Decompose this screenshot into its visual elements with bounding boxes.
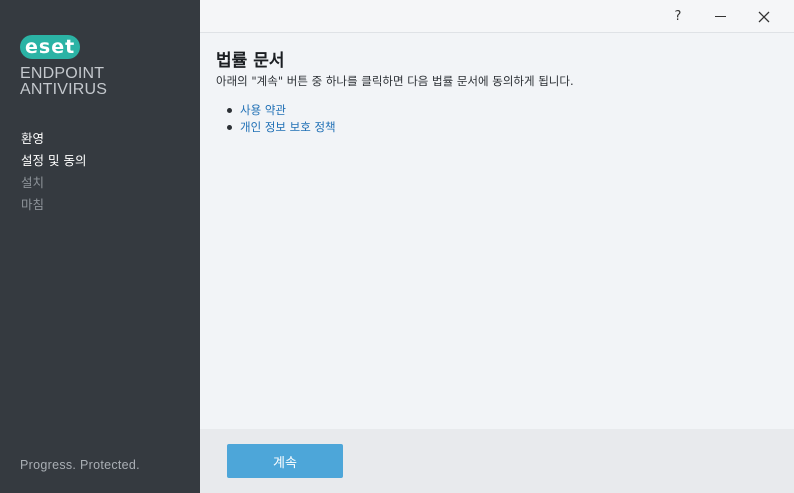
installer-steps: 환영 설정 및 동의 설치 마침 [21, 128, 86, 216]
sidebar: eset ENDPOINT ANTIVIRUS 환영 설정 및 동의 설치 마침… [0, 0, 200, 493]
product-name: ENDPOINT ANTIVIRUS [20, 66, 107, 98]
main-content: 법률 문서 아래의 "계속" 버튼 중 하나를 클릭하면 다음 법률 문서에 동… [216, 50, 776, 136]
continue-button[interactable]: 계속 [227, 444, 343, 478]
close-button[interactable] [744, 0, 784, 33]
product-name-line2: ANTIVIRUS [20, 81, 108, 98]
bullet-icon [227, 108, 232, 113]
eset-logo-badge: eset [20, 35, 81, 59]
step-finish: 마침 [21, 197, 45, 212]
minimize-icon [714, 16, 726, 17]
help-button[interactable]: ? [658, 0, 698, 33]
page-description: 아래의 "계속" 버튼 중 하나를 클릭하면 다음 법률 문서에 동의하게 됩니… [216, 74, 574, 88]
eset-logo: eset [20, 35, 81, 59]
close-icon [758, 11, 770, 22]
page-title: 법률 문서 [216, 51, 285, 71]
footer: 계속 [200, 429, 794, 493]
list-item: 사용 약관 [227, 102, 776, 119]
terms-of-use-link[interactable]: 사용 약관 [240, 102, 286, 119]
step-install: 설치 [21, 175, 45, 190]
title-bar: ? [200, 0, 794, 33]
legal-documents-list: 사용 약관 개인 정보 보호 정책 [227, 102, 776, 136]
minimize-button[interactable] [700, 0, 740, 33]
list-item: 개인 정보 보호 정책 [227, 119, 776, 136]
bullet-icon [227, 125, 232, 130]
tagline: Progress. Protected. [20, 458, 140, 472]
step-setup-and-agreement: 설정 및 동의 [21, 153, 87, 168]
step-welcome: 환영 [21, 131, 45, 146]
product-name-line1: ENDPOINT [20, 65, 105, 82]
help-icon: ? [674, 9, 682, 24]
privacy-policy-link[interactable]: 개인 정보 보호 정책 [240, 119, 336, 136]
